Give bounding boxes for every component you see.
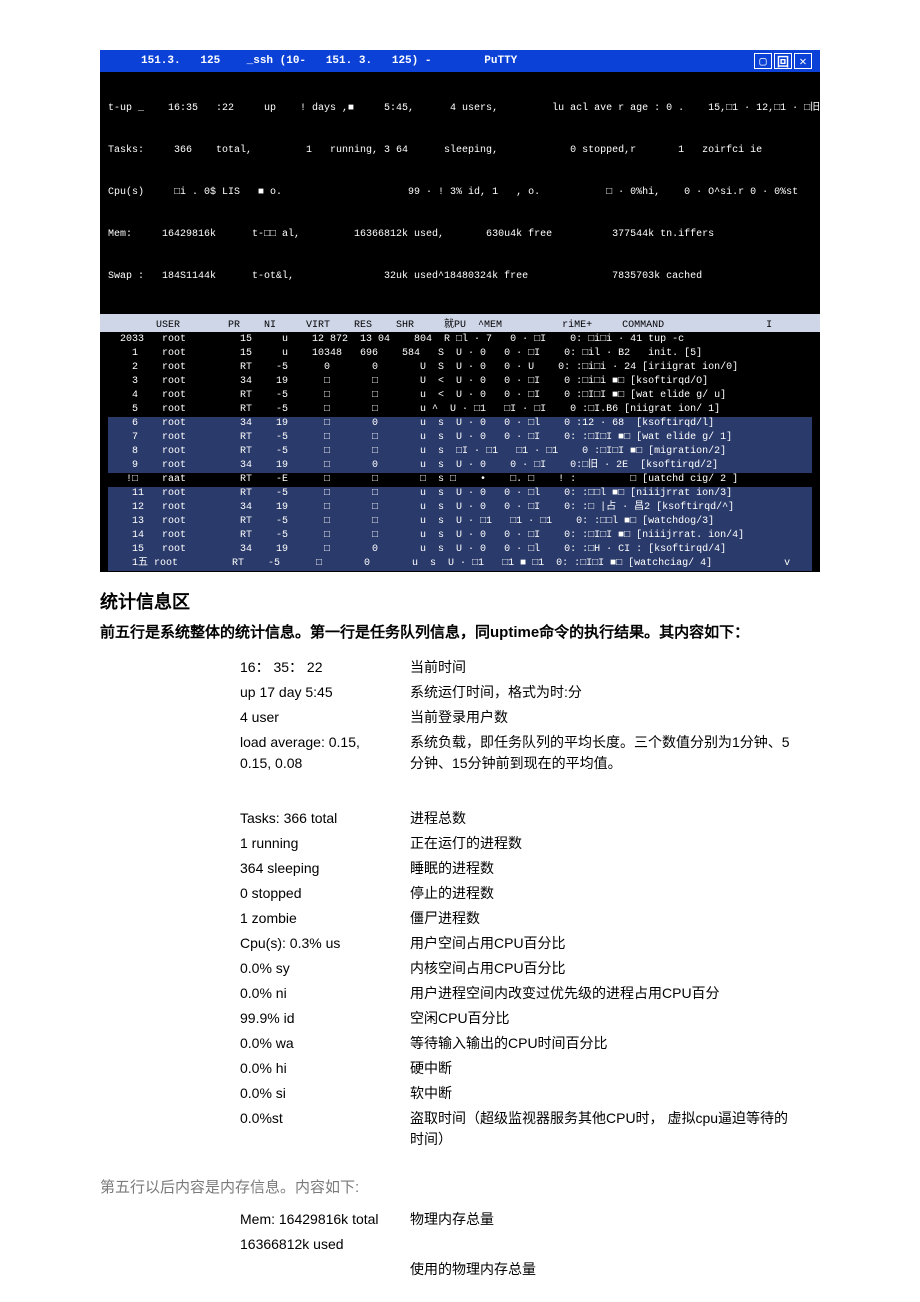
table-row: 0.0% wa等待输入输出的CPU时间百分比 [240,1031,820,1056]
process-header: USER PR NI VIRT RES SHR 就PU ^MEM riME+ C… [100,314,820,332]
top-line: t-up _ 16:35 :22 up ! days ,■ 5:45, 4 us… [108,102,812,116]
value-cell: 当前时间 [410,655,820,680]
table-row: 14 root RT -5 □ □ u s U · 0 0 · □I 0: :□… [108,529,812,543]
tasks-cpu-table: Tasks: 366 total进程总数1 running正在运仃的进程数364… [240,806,820,1152]
table-row: 16： 35： 22当前时间 [240,655,820,680]
value-cell: 软中断 [410,1081,820,1106]
key-cell: 1 running [240,831,410,856]
value-cell: 僵尸进程数 [410,906,820,931]
key-cell: 0.0%st [240,1106,410,1152]
table-row: 2 root RT -5 0 0 U S U · 0 0 · U 0: :□i□… [108,361,812,375]
table-row: 6 root 34 19 □ 0 u s U · 0 0 · □l 0 :12 … [108,417,812,431]
minimize-icon[interactable]: ▢ [754,53,772,69]
key-cell: 16366812k used [240,1232,410,1257]
key-cell: 0.0% hi [240,1056,410,1081]
top-line: Swap : 184S1144k t-ot&l, 32uk used^18480… [108,270,812,284]
table-row: 1 zombie僵尸进程数 [240,906,820,931]
putty-titlebar: 151.3. 125 _ssh (10- 151. 3. 125) - PuTT… [100,50,820,72]
key-cell: Tasks: 366 total [240,806,410,831]
memory-table: Mem: 16429816k total物理内存总量16366812k used… [240,1207,556,1282]
value-cell: 等待输入输出的CPU时间百分比 [410,1031,820,1056]
key-cell: 1 zombie [240,906,410,931]
key-cell: 0.0% ni [240,981,410,1006]
value-cell: 盗取时间（超级监视器服务其他CPU时， 虚拟cpu逼迫等待的时间） [410,1106,820,1152]
key-cell: Cpu(s): 0.3% us [240,931,410,956]
close-icon[interactable]: ✕ [794,53,812,69]
table-row: 15 root 34 19 □ 0 u s U · 0 0 · □l 0: :□… [108,543,812,557]
table-row: up 17 day 5:45系统运仃时间，格式为时:分 [240,680,820,705]
key-cell: 0.0% wa [240,1031,410,1056]
table-row: 16366812k used [240,1232,556,1257]
table-row: 7 root RT -5 □ □ u s U · 0 0 · □I 0: :□I… [108,431,812,445]
document-root: 151.3. 125 _ssh (10- 151. 3. 125) - PuTT… [0,50,920,1282]
value-cell: 使用的物理内存总量 [410,1257,556,1282]
value-cell: 睡眠的进程数 [410,856,820,881]
table-row: 0.0% sy内核空间占用CPU百分比 [240,956,820,981]
table-row: 13 root RT -5 □ □ u s U · □1 □1 · □1 0: … [108,515,812,529]
top-line: Mem: 16429816k t-□□ al, 16366812k used, … [108,228,812,242]
table-row: 8 root RT -5 □ □ u s □I · □1 □1 · □1 0 :… [108,445,812,459]
key-cell: 0.0% si [240,1081,410,1106]
table-row: Cpu(s): 0.3% us用户空间占用CPU百分比 [240,931,820,956]
table-row: 0 stopped停止的进程数 [240,881,820,906]
table-row: load average: 0.15, 0.15, 0.08系统负载，即任务队列… [240,730,820,776]
table-row: 0.0% hi硬中断 [240,1056,820,1081]
value-cell: 用户进程空间内改变过优先级的进程占用CPU百分 [410,981,820,1006]
key-cell: Mem: 16429816k total [240,1207,410,1232]
table-row: 364 sleeping睡眠的进程数 [240,856,820,881]
top-line: Tasks: 366 total, 1 running, 3 64 sleepi… [108,144,812,158]
table-row: 99.9% id空闲CPU百分比 [240,1006,820,1031]
key-cell: 16： 35： 22 [240,655,410,680]
table-row: 使用的物理内存总量 [240,1257,556,1282]
table-row: 0.0% si软中断 [240,1081,820,1106]
key-cell: 99.9% id [240,1006,410,1031]
table-row: 1五 root RT -5 □ 0 u s U · □1 □1 ■ □1 0: … [108,557,812,571]
table-row: Tasks: 366 total进程总数 [240,806,820,831]
value-cell: 内核空间占用CPU百分比 [410,956,820,981]
value-cell: 用户空间占用CPU百分比 [410,931,820,956]
lead-paragraph: 前五行是系统整体的统计信息。第一行是任务队列信息，同uptime命令的执行结果。… [100,622,820,645]
table-row: 4 root RT -5 □ □ u < U · 0 0 · □I 0 :□I□… [108,389,812,403]
putty-window: 151.3. 125 _ssh (10- 151. 3. 125) - PuTT… [100,50,820,572]
memory-intro: 第五行以后内容是内存信息。内容如下: [100,1176,820,1197]
top-line: Cpu(s) □i . 0$ LIS ■ o. 99 · ! 3% id, 1 … [108,186,812,200]
value-cell: 硬中断 [410,1056,820,1081]
key-cell: 4 user [240,705,410,730]
section-heading: 统计信息区 [100,588,820,614]
maximize-icon[interactable]: 回 [774,53,792,69]
table-row: Mem: 16429816k total物理内存总量 [240,1207,556,1232]
key-cell [240,1257,410,1282]
putty-title-text: 151.3. 125 _ssh (10- 151. 3. 125) - PuTT… [108,55,754,67]
table-row: 0.0% ni用户进程空间内改变过优先级的进程占用CPU百分 [240,981,820,1006]
value-cell: 系统运仃时间，格式为时:分 [410,680,820,705]
key-cell: load average: 0.15, 0.15, 0.08 [240,730,410,776]
value-cell [410,1232,556,1257]
table-row: 4 user当前登录用户数 [240,705,820,730]
process-list: 2033 root 15 u 12 872 13 04 804 R □l · 7… [100,332,820,572]
value-cell: 进程总数 [410,806,820,831]
uptime-table: 16： 35： 22当前时间 up 17 day 5:45系统运仃时间，格式为时… [240,655,820,776]
table-row: 3 root 34 19 □ □ U < U · 0 0 · □I 0 :□i□… [108,375,812,389]
table-row: 2033 root 15 u 12 872 13 04 804 R □l · 7… [108,333,812,347]
value-cell: 空闲CPU百分比 [410,1006,820,1031]
window-controls: ▢ 回 ✕ [754,53,812,69]
table-row: 0.0%st盗取时间（超级监视器服务其他CPU时， 虚拟cpu逼迫等待的时间） [240,1106,820,1152]
value-cell: 停止的进程数 [410,881,820,906]
table-row: 11 root RT -5 □ □ u s U · 0 0 · □l 0: :□… [108,487,812,501]
value-cell: 正在运仃的进程数 [410,831,820,856]
table-row: 9 root 34 19 □ 0 u s U · 0 0 · □I 0:□旧 ·… [108,459,812,473]
table-row: 1 root 15 u 10348 696 584 S U · 0 0 · □I… [108,347,812,361]
value-cell: 当前登录用户数 [410,705,820,730]
value-cell: 物理内存总量 [410,1207,556,1232]
table-row: 12 root 34 19 □ □ u s U · 0 0 · □I 0: :□… [108,501,812,515]
key-cell: 0.0% sy [240,956,410,981]
key-cell: 0 stopped [240,881,410,906]
key-cell: up 17 day 5:45 [240,680,410,705]
value-cell: 系统负载，即任务队列的平均长度。三个数值分别为1分钟、5分钟、15分钟前到现在的… [410,730,820,776]
table-row: !□ raat RT -E □ □ □ s □ • □. □ ! : □ [ua… [108,473,812,487]
key-cell: 364 sleeping [240,856,410,881]
top-stats-block: t-up _ 16:35 :22 up ! days ,■ 5:45, 4 us… [100,72,820,314]
table-row: 1 running正在运仃的进程数 [240,831,820,856]
table-row: 5 root RT -5 □ □ u ^ U · □1 □I · □I 0 :□… [108,403,812,417]
